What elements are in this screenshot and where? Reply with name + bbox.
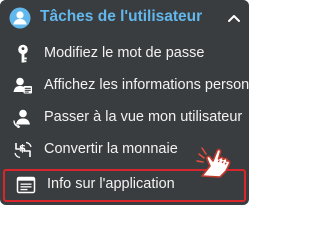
menu-item-label: Passer à la vue mon utilisateur — [44, 109, 243, 125]
menu-item-label: Affichez les informations person... — [44, 77, 249, 93]
menu-item-label: Convertir la monnaie — [44, 141, 178, 157]
chevron-up-icon[interactable] — [228, 14, 240, 22]
currency-convert-icon: $ — [14, 141, 32, 159]
menu-title: Tâches de l'utilisateur — [40, 8, 203, 25]
menu-item-switch-user-view[interactable]: Passer à la vue mon utilisateur — [0, 102, 249, 134]
svg-text:$: $ — [19, 144, 26, 155]
menu-item-view-personal-info[interactable]: Affichez les informations person... — [0, 70, 249, 102]
user-tasks-icon — [9, 7, 31, 29]
pointing-hand-icon — [196, 147, 231, 178]
user-info-icon — [13, 77, 32, 94]
menu-item-change-password[interactable]: Modifiez le mot de passe — [0, 38, 249, 70]
key-icon — [18, 44, 28, 63]
app-info-icon — [16, 176, 36, 194]
menu-item-label: Modifiez le mot de passe — [44, 45, 205, 61]
user-switch-icon — [13, 109, 30, 128]
user-tasks-menu: Tâches de l'utilisateur Modifiez le mot … — [0, 0, 249, 205]
menu-item-label: Info sur l'application — [47, 176, 175, 192]
menu-header[interactable]: Tâches de l'utilisateur — [0, 0, 249, 38]
